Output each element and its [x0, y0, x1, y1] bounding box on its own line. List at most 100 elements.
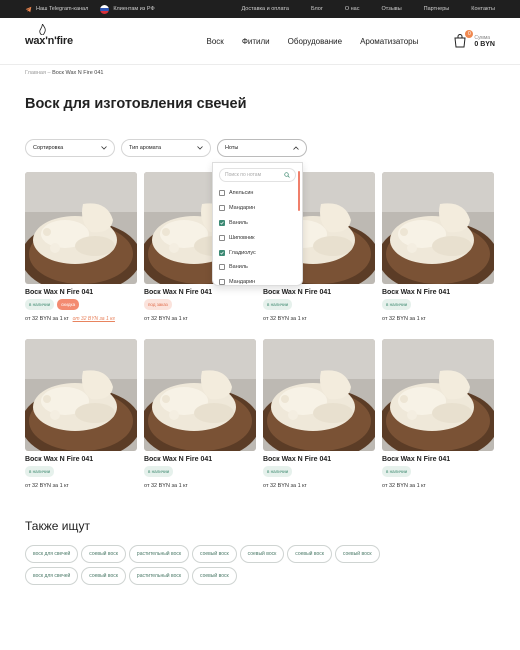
product-name[interactable]: Воск Wax N Fire 041 [263, 289, 375, 296]
breadcrumb-separator: – [47, 70, 51, 76]
russia-link[interactable]: Клиентам из РФ [100, 4, 155, 14]
nav-wicks[interactable]: Фитили [242, 37, 270, 46]
nav-equipment[interactable]: Оборудование [288, 37, 342, 46]
checkbox-icon[interactable] [219, 279, 225, 286]
product-image[interactable] [382, 172, 494, 284]
search-tag[interactable]: соевый воск [192, 567, 237, 585]
notes-dropdown: Поиск по нотам Апельсин Мандарин Ваниль Шип… [212, 162, 303, 286]
notes-search-placeholder: Поиск по нотам [225, 172, 262, 178]
product-name[interactable]: Воск Wax N Fire 041 [144, 456, 256, 463]
product-price: от 32 BYN за 1 кг [263, 316, 307, 322]
in-stock-badge: в наличии [25, 299, 55, 310]
telegram-link[interactable]: Наш Telegram-канал [25, 6, 88, 13]
product-image[interactable] [25, 172, 137, 284]
in-stock-badge: в наличии [144, 466, 174, 477]
sort-label: Сортировка [33, 145, 64, 151]
breadcrumb-home[interactable]: Главная [25, 70, 46, 76]
top-link-blog[interactable]: Блог [311, 6, 323, 12]
search-tag[interactable]: соевый воск [81, 545, 126, 563]
product-price: от 32 BYN за 1 кг [25, 483, 69, 489]
search-tag[interactable]: воск для свечей [25, 545, 79, 563]
product-badges: в наличии [382, 466, 494, 477]
top-link-reviews[interactable]: Отзывы [382, 6, 402, 12]
top-link-delivery[interactable]: Доставка и оплата [242, 6, 289, 12]
product-card[interactable]: Воск Wax N Fire 041 в наличии от 32 BYN за… [263, 339, 375, 506]
notes-option[interactable]: Ваниль [219, 216, 296, 231]
notes-option[interactable]: Гладиолус [219, 245, 296, 260]
sort-select[interactable]: Сортировка [25, 139, 115, 157]
checkbox-icon[interactable] [219, 264, 225, 271]
checkbox-icon[interactable] [219, 205, 225, 212]
checkbox-icon[interactable] [219, 190, 225, 197]
product-badges: в наличии скидка [25, 299, 137, 310]
nav-fragrances[interactable]: Ароматизаторы [360, 37, 418, 46]
product-price: от 32 BYN за 1 кг [382, 316, 426, 322]
search-tag[interactable]: соевый воск [81, 567, 126, 585]
notes-option[interactable]: Ваниль [219, 260, 296, 275]
search-icon [284, 172, 290, 178]
notes-option[interactable]: Апельсин [219, 186, 296, 201]
notes-option[interactable]: Шиповник [219, 230, 296, 245]
search-tag[interactable]: соевый воск [287, 545, 332, 563]
product-name[interactable]: Воск Wax N Fire 041 [382, 456, 494, 463]
top-link-contacts[interactable]: Контакты [471, 6, 495, 12]
telegram-icon [25, 6, 32, 12]
aroma-type-select[interactable]: Тип аромата [121, 139, 211, 157]
product-image[interactable] [382, 339, 494, 451]
nav-wax[interactable]: Воск [207, 37, 224, 46]
top-link-partners[interactable]: Партнеры [424, 6, 450, 12]
notes-select[interactable]: Ноты [217, 139, 307, 157]
product-name[interactable]: Воск Wax N Fire 041 [25, 289, 137, 296]
product-card[interactable]: Воск Wax N Fire 041 в наличии от 32 BYN за… [382, 172, 494, 339]
product-image[interactable] [144, 339, 256, 451]
product-price-row: от 32 BYN за 1 кг от 32 BYN за 1 кг [25, 316, 137, 322]
product-badges: в наличии [263, 299, 375, 310]
notes-search-input[interactable]: Поиск по нотам [219, 168, 296, 182]
product-price: от 32 BYN за 1 кг [144, 316, 188, 322]
product-name[interactable]: Воск Wax N Fire 041 [144, 289, 256, 296]
product-badges: в наличии [144, 466, 256, 477]
product-price: от 32 BYN за 1 кг [382, 483, 426, 489]
checkbox-icon[interactable] [219, 249, 225, 256]
checkbox-icon[interactable] [219, 219, 225, 226]
logo[interactable]: wax'n'fire [25, 24, 73, 47]
product-name[interactable]: Воск Wax N Fire 041 [382, 289, 494, 296]
russia-label: Клиентам из РФ [113, 6, 155, 12]
product-badges: в наличии [382, 299, 494, 310]
product-badges: под заказ [144, 299, 256, 310]
product-price-row: от 32 BYN за 1 кг [144, 316, 256, 322]
product-old-price: от 32 BYN за 1 кг [72, 316, 115, 322]
header: wax'n'fire Воск Фитили Оборудование Аром… [0, 18, 520, 64]
cart-icon: 0 [454, 30, 474, 48]
product-price: от 32 BYN за 1 кг [144, 483, 188, 489]
product-card[interactable]: Воск Wax N Fire 041 в наличии от 32 BYN за… [144, 339, 256, 506]
product-name[interactable]: Воск Wax N Fire 041 [263, 456, 375, 463]
notes-option[interactable]: Мандарин [219, 201, 296, 216]
in-stock-badge: в наличии [382, 299, 412, 310]
search-tag[interactable]: воск для свечей [25, 567, 79, 585]
cart[interactable]: 0 Сумма 0 BYN [454, 30, 495, 48]
product-name[interactable]: Воск Wax N Fire 041 [25, 456, 137, 463]
notes-option-label: Ваниль [229, 264, 248, 271]
product-card[interactable]: Воск Wax N Fire 041 в наличии от 32 BYN за… [25, 339, 137, 506]
search-tag[interactable]: соевый воск [334, 545, 380, 563]
also-search-title: Также ищут [25, 519, 90, 533]
search-tag[interactable]: растительный воск [128, 567, 190, 585]
notes-option-label: Гладиолус [229, 249, 256, 256]
main-nav: Воск Фитили Оборудование Ароматизаторы [207, 37, 419, 46]
product-image[interactable] [25, 339, 137, 451]
notes-option[interactable]: Мандарин [219, 275, 296, 290]
search-tag[interactable]: соевый воск [192, 545, 237, 563]
dropdown-scrollbar[interactable] [298, 171, 300, 211]
product-price-row: от 32 BYN за 1 кг [144, 483, 256, 489]
checkbox-icon[interactable] [219, 234, 225, 241]
product-image[interactable] [263, 339, 375, 451]
product-price: от 32 BYN за 1 кг [263, 483, 307, 489]
product-card[interactable]: Воск Wax N Fire 041 в наличии скидка от 32 … [25, 172, 137, 339]
notes-label: Ноты [225, 145, 239, 151]
product-card[interactable]: Воск Wax N Fire 041 в наличии от 32 BYN за… [382, 339, 494, 506]
search-tag[interactable]: соевый воск [239, 545, 285, 563]
breadcrumb-current: Воск Wax N Fire 041 [52, 70, 104, 76]
top-link-about[interactable]: О нас [345, 6, 360, 12]
search-tag[interactable]: растительный воск [128, 545, 190, 563]
